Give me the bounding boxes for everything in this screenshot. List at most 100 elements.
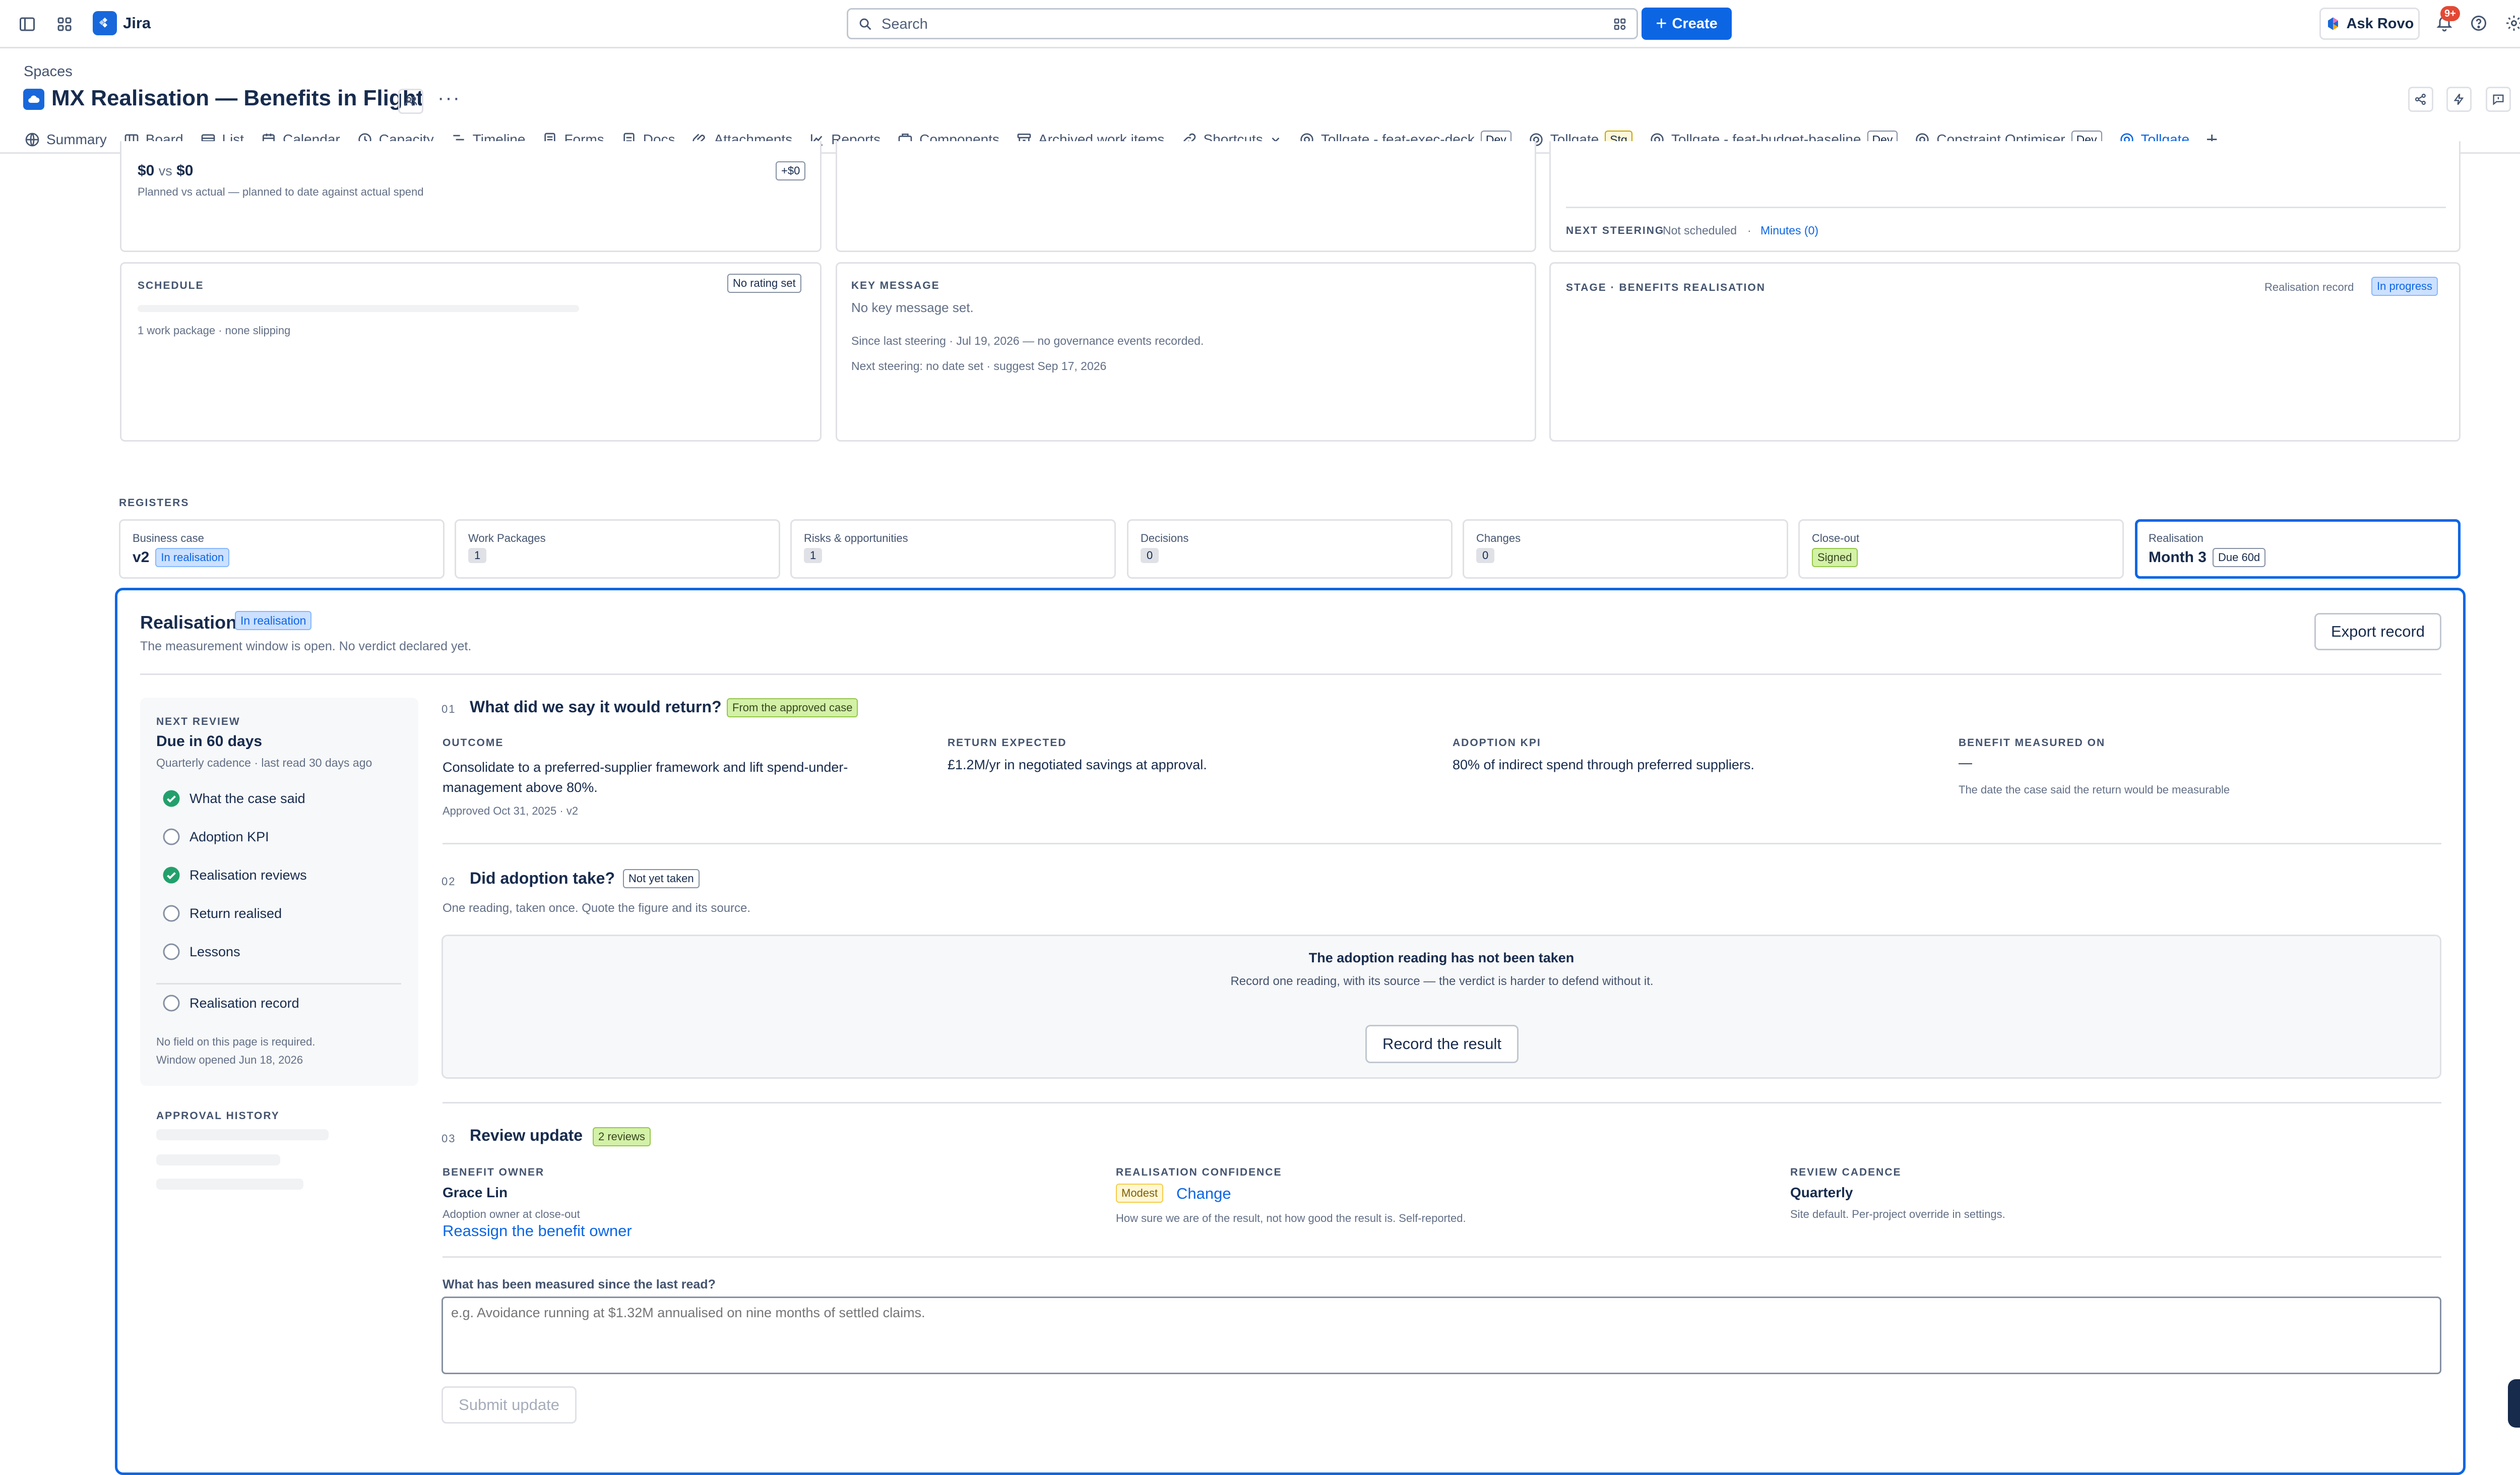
budget-figures: $0 vs $0 [138,162,193,179]
search-filter-icon[interactable] [1612,17,1627,32]
share-icon[interactable] [2408,87,2433,112]
tab-label: Summary [46,132,107,147]
step-realisation-reviews[interactable]: Realisation reviews [162,866,307,884]
review-cadence-label: REVIEW CADENCE [1790,1166,1902,1178]
help-icon[interactable] [2470,14,2488,32]
empty-state-title: The adoption reading has not been taken [1308,950,1574,965]
minutes-link[interactable]: Minutes (0) [1760,224,1818,237]
steering-label: NEXT STEERING [1566,225,1665,236]
adoption-kpi-label: ADOPTION KPI [1453,737,1541,749]
sidebar-toggle-icon[interactable] [18,15,36,33]
stage-status-badge: In progress [2371,277,2438,296]
adoption-subtitle: One reading, taken once. Quote the figur… [443,901,751,915]
realisation-title: Realisation [140,612,237,633]
register-business-case[interactable]: Business case v2 In realisation [119,519,445,579]
register-label: Close-out [1812,532,1860,544]
app-switcher-icon[interactable] [55,15,74,33]
register-value: 0 [1141,548,1159,563]
register-close-out[interactable]: Close-out Signed [1798,519,2124,579]
settings-gear-icon[interactable] [2505,14,2520,32]
empty-circle-icon [162,943,180,961]
register-value-text: Month 3 [2149,549,2207,566]
submit-update-button[interactable]: Submit update [442,1386,577,1424]
check-circle-icon [162,789,180,808]
step-what-the-case-said[interactable]: What the case said [162,789,305,808]
approved-note: Approved Oct 31, 2025 · v2 [443,805,579,817]
step-lessons[interactable]: Lessons [162,943,240,961]
register-value: v2 In realisation [133,548,230,567]
reviews-count-badge: 2 reviews [593,1127,651,1146]
ask-rovo-button[interactable]: Ask Rovo [2319,8,2420,40]
register-chip: Signed [1812,548,1858,567]
measured-textarea[interactable] [442,1297,2441,1374]
export-record-button[interactable]: Export record [2314,613,2441,650]
rovo-chat-button[interactable] [2508,1379,2520,1428]
benefit-owner-caption: Adoption owner at close-out [443,1208,580,1220]
reassign-owner-link[interactable]: Reassign the benefit owner [443,1222,632,1240]
feedback-icon[interactable] [2486,87,2511,112]
globe-icon [24,132,40,148]
benefit-measured-value: — [1959,755,1972,770]
register-value-text: v2 [133,549,150,566]
section-number: 01 [442,703,456,715]
review-cadence-caption: Site default. Per-project override in se… [1790,1208,2005,1220]
empty-circle-icon [162,904,180,923]
schedule-bar [138,305,579,312]
step-adoption-kpi[interactable]: Adoption KPI [162,828,269,846]
steering-divider [1566,207,2446,208]
budget-actual: $0 [176,162,194,179]
step-return-realised[interactable]: Return realised [162,904,282,923]
section-title-did-adoption-take: Did adoption take? [470,869,615,887]
breadcrumb[interactable]: Spaces [24,64,73,80]
page-title: MX Realisation — Benefits in Flight [51,86,424,110]
empty-state-text: Record one reading, with its source — th… [1230,974,1654,988]
create-button[interactable]: + Create [1642,8,1732,40]
schedule-rating-badge: No rating set [727,274,801,293]
register-label: Risks & opportunities [804,532,908,544]
realisation-sidebar: NEXT REVIEW Due in 60 days Quarterly cad… [140,698,418,1086]
register-realisation[interactable]: Realisation Month 3 Due 60d [2135,519,2461,579]
realisation-subtitle: The measurement window is open. No verdi… [140,639,472,653]
change-confidence-link[interactable]: Change [1176,1185,1231,1203]
search-input[interactable]: Search [847,8,1638,39]
more-actions-icon[interactable]: ··· [437,87,461,109]
register-risks-opportunities[interactable]: Risks & opportunities 1 [790,519,1116,579]
sidebar-note-required: No field on this page is required. [156,1035,316,1048]
register-chip: 1 [804,548,823,563]
people-icon[interactable] [398,89,423,114]
step-realisation-record[interactable]: Realisation record [162,994,299,1012]
skeleton-line [156,1179,303,1190]
ask-rovo-label: Ask Rovo [2346,15,2414,32]
return-expected-value: £1.2M/yr in negotiated savings at approv… [948,757,1207,772]
automation-lightning-icon[interactable] [2446,87,2472,112]
budget-planned: $0 [138,162,155,179]
outcome-value: Consolidate to a preferred-supplier fram… [443,760,848,795]
step-label: Lessons [190,944,240,959]
step-label: What the case said [190,790,305,806]
app-name[interactable]: Jira [123,14,151,32]
review-cadence-note: Quarterly cadence · last read 30 days ag… [156,756,372,769]
steering-card: NEXT STEERING Not scheduled · Minutes (0… [1549,141,2461,252]
outcome-label: OUTCOME [443,737,504,749]
register-chip: 1 [468,548,487,563]
check-circle-icon [162,866,180,884]
empty-circle-icon [162,828,180,846]
key-message-line2: Next steering: no date set · suggest Sep… [851,359,1107,373]
next-review-value: Due in 60 days [156,733,263,750]
register-value: Month 3 Due 60d [2149,548,2266,567]
section-number: 03 [442,1132,456,1145]
tab-summary[interactable]: Summary [24,124,107,155]
register-label: Business case [133,532,204,544]
schedule-card: SCHEDULE No rating set 1 work package · … [120,262,822,442]
register-decisions[interactable]: Decisions 0 [1127,519,1453,579]
sidebar-divider [156,983,401,985]
record-result-button[interactable]: Record the result [1365,1025,1519,1063]
realisation-divider [140,673,2441,675]
register-work-packages[interactable]: Work Packages 1 [455,519,780,579]
return-expected-label: RETURN EXPECTED [948,737,1067,749]
section-divider [443,843,2441,844]
search-icon [858,17,872,31]
jira-logo-icon[interactable] [93,11,117,35]
register-label: Work Packages [468,532,546,544]
register-changes[interactable]: Changes 0 [1463,519,1788,579]
